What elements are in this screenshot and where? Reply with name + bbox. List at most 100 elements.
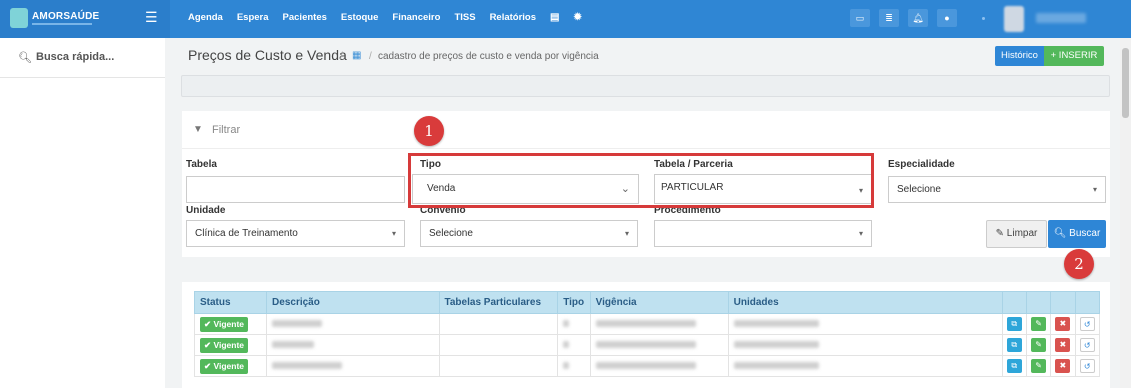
top-actions: ▭ ≣ 🔔︎ ● <box>850 9 957 27</box>
blurred-text <box>272 361 343 369</box>
breadcrumb-subtitle: cadastro de preços de custo e venda por … <box>378 51 599 62</box>
blurred-text <box>272 340 315 348</box>
filter-title: Filtrar <box>212 124 241 136</box>
tabela-label: Tabela <box>186 159 217 170</box>
unidade-select[interactable]: Clínica de Treinamento ▾ <box>186 220 405 247</box>
filter-icon: ▼ <box>193 124 203 135</box>
col-vigencia[interactable]: Vigência <box>589 291 729 314</box>
nav-pacientes[interactable]: Pacientes <box>283 12 327 23</box>
unidade-value: Clínica de Treinamento <box>195 228 298 239</box>
results-table: Status Descrição Tabelas Particulares Ti… <box>193 291 1101 377</box>
search-icon: 🔍︎ <box>18 52 32 64</box>
database-icon[interactable]: ▤ <box>550 12 559 23</box>
user-name-blurred[interactable] <box>1036 13 1086 23</box>
delete-icon[interactable]: ✖ <box>1055 359 1071 373</box>
highlight-box <box>408 153 874 208</box>
blurred-text <box>595 361 696 369</box>
blurred-text <box>595 319 696 327</box>
edit-icon[interactable]: ✎ <box>1031 317 1047 331</box>
limpar-label: Limpar <box>1006 228 1038 239</box>
top-navbar: AMORSAÚDE ☰ Agenda Espera Pacientes Esto… <box>0 0 1131 38</box>
brand-logo-icon <box>10 8 28 28</box>
unidade-label: Unidade <box>186 205 226 216</box>
buscar-button[interactable]: 🔍︎ Buscar <box>1048 220 1106 248</box>
breadcrumb-separator: / <box>340 51 343 62</box>
blurred-text <box>733 319 819 327</box>
hamburger-icon[interactable]: ☰ <box>145 10 159 24</box>
convenio-select[interactable]: Selecione ▾ <box>420 220 638 247</box>
gear-icon[interactable]: ✹ <box>573 12 581 23</box>
especialidade-select[interactable]: Selecione ▾ <box>888 176 1106 203</box>
nav-agenda[interactable]: Agenda <box>188 12 223 23</box>
search-icon: 🔍︎ <box>1053 228 1067 239</box>
table-header-row: Status Descrição Tabelas Particulares Ti… <box>193 291 1101 314</box>
col-unidades[interactable]: Unidades <box>727 291 1003 314</box>
col-descricao[interactable]: Descrição <box>266 291 440 314</box>
brand[interactable]: AMORSAÚDE ☰ <box>0 0 170 38</box>
inbox-icon[interactable]: ▭ <box>850 9 870 27</box>
history-icon[interactable]: ↺ <box>1079 359 1095 373</box>
results-panel: Status Descrição Tabelas Particulares Ti… <box>182 282 1110 388</box>
breadcrumb-separator: / <box>369 51 372 62</box>
history-icon[interactable]: ↺ <box>1079 338 1095 352</box>
blurred-text <box>733 361 819 369</box>
procedimento-select[interactable]: ▾ <box>654 220 872 247</box>
scrollbar-thumb[interactable] <box>1122 48 1129 118</box>
nav-estoque[interactable]: Estoque <box>341 12 378 23</box>
quick-search[interactable]: 🔍︎ Busca rápida... <box>0 38 165 78</box>
especialidade-label: Especialidade <box>888 159 955 170</box>
list-icon[interactable]: ≣ <box>879 9 899 27</box>
status-badge: ✔ Vigente <box>200 316 249 332</box>
historico-button[interactable]: Histórico <box>995 46 1044 66</box>
delete-icon[interactable]: ✖ <box>1055 317 1071 331</box>
sidebar: 🔍︎ Busca rápida... <box>0 38 165 388</box>
especialidade-value: Selecione <box>897 184 941 195</box>
avatar[interactable] <box>1004 6 1024 32</box>
col-status[interactable]: Status <box>193 291 268 314</box>
col-tipo[interactable]: Tipo <box>557 291 591 314</box>
limpar-button[interactable]: ✎ Limpar <box>986 220 1047 248</box>
delete-icon[interactable]: ✖ <box>1055 338 1071 352</box>
inserir-button[interactable]: + INSERIR <box>1044 46 1104 66</box>
buscar-label: Buscar <box>1069 228 1101 239</box>
eraser-icon: ✎ <box>995 228 1005 239</box>
divider <box>182 148 1110 149</box>
copy-icon[interactable]: ⧉ <box>1006 317 1022 331</box>
brand-tagline <box>32 23 92 25</box>
table-row[interactable]: ✔ Vigente ⧉ ✎ ✖ ↺ <box>193 313 1101 335</box>
info-strip <box>181 75 1110 97</box>
blurred-text <box>563 340 570 348</box>
page-title: Preços de Custo e Venda <box>188 47 347 63</box>
blurred-text <box>272 319 323 327</box>
blurred-text <box>563 319 570 327</box>
convenio-value: Selecione <box>429 228 473 239</box>
copy-icon[interactable]: ⧉ <box>1006 359 1022 373</box>
blurred-text <box>595 340 696 348</box>
scrollbar[interactable] <box>1120 38 1131 388</box>
nav-espera[interactable]: Espera <box>237 12 269 23</box>
nav-tiss[interactable]: TISS <box>454 12 475 23</box>
quick-search-label: Busca rápida... <box>36 51 115 63</box>
nav-relatorios[interactable]: Relatórios <box>490 12 536 23</box>
table-row[interactable]: ✔ Vigente ⧉ ✎ ✖ ↺ <box>193 355 1101 377</box>
edit-icon[interactable]: ✎ <box>1031 338 1047 352</box>
blurred-text <box>733 340 819 348</box>
copy-icon[interactable]: ⧉ <box>1006 338 1022 352</box>
brand-name: AMORSAÚDE <box>32 11 100 22</box>
caret-down-icon: ▾ <box>624 229 629 238</box>
status-badge: ✔ Vigente <box>200 358 249 374</box>
tabela-input[interactable] <box>186 176 405 203</box>
table-row[interactable]: ✔ Vigente ⧉ ✎ ✖ ↺ <box>193 334 1101 356</box>
caret-down-icon: ▾ <box>1092 185 1097 194</box>
edit-icon[interactable]: ✎ <box>1031 359 1047 373</box>
chat-icon[interactable]: ● <box>937 9 957 27</box>
nav-financeiro[interactable]: Financeiro <box>392 12 440 23</box>
history-icon[interactable]: ↺ <box>1079 317 1095 331</box>
separator <box>982 17 985 20</box>
caret-down-icon: ▾ <box>858 229 863 238</box>
col-tabelas-particulares[interactable]: Tabelas Particulares <box>438 291 559 314</box>
status-badge: ✔ Vigente <box>200 337 249 353</box>
table-icon: ▦ <box>352 50 362 61</box>
bell-icon[interactable]: 🔔︎ <box>908 9 928 27</box>
caret-down-icon: ▾ <box>391 229 396 238</box>
